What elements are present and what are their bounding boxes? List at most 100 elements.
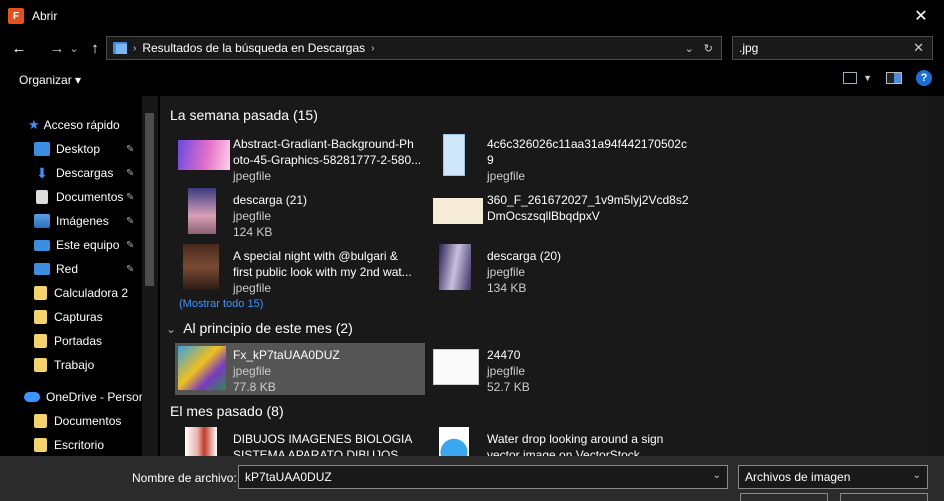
sidebar-item-onedrive[interactable]: OneDrive - Persor bbox=[24, 385, 143, 409]
thumbnail-image bbox=[433, 349, 479, 385]
sidebar-item-label: Red bbox=[56, 262, 79, 276]
up-button[interactable]: ↑ bbox=[84, 37, 106, 59]
sidebar-item-label: Documentos bbox=[54, 414, 122, 428]
cloud-icon bbox=[24, 392, 40, 402]
pin-icon: ✎ bbox=[126, 215, 135, 227]
view-details-icon bbox=[843, 72, 858, 84]
group-header-last-week[interactable]: La semana pasada (15) bbox=[170, 107, 318, 123]
file-item[interactable]: descarga (21) jpegfile 124 KB bbox=[175, 188, 425, 240]
sidebar-item-capturas[interactable]: Capturas bbox=[34, 305, 103, 329]
file-item[interactable]: Water drop looking around a sign vector … bbox=[429, 427, 679, 456]
sidebar-item-quick-access[interactable]: ★ Acceso rápido bbox=[28, 113, 120, 137]
group-header-last-month[interactable]: El mes pasado (8) bbox=[170, 403, 284, 419]
file-name-cont: 9 bbox=[487, 153, 494, 167]
chevron-down-icon[interactable]: ⌄ bbox=[713, 470, 721, 481]
organize-menu[interactable]: Organizar ▾ bbox=[19, 73, 81, 87]
file-item[interactable]: 24470 jpegfile 52.7 KB bbox=[429, 343, 679, 395]
show-all-link[interactable]: (Mostrar todo 15) bbox=[179, 298, 263, 310]
clear-search-icon[interactable]: ✕ bbox=[913, 40, 924, 56]
file-item-selected[interactable]: Fx_kP7taUAA0DUZ jpegfile 77.8 KB bbox=[175, 343, 425, 395]
refresh-icon[interactable]: ↻ bbox=[704, 42, 713, 55]
file-name: A special night with @bulgari & bbox=[233, 249, 398, 263]
sidebar-item-label: Trabajo bbox=[54, 358, 95, 372]
sidebar-item-pictures[interactable]: Imágenes ✎ bbox=[34, 209, 144, 233]
filename-value: kP7taUAA0DUZ bbox=[245, 470, 332, 484]
forward-button[interactable]: → bbox=[46, 37, 68, 59]
file-name-cont: first public look with my 2nd wat... bbox=[233, 265, 412, 279]
breadcrumb[interactable]: Resultados de la búsqueda en Descargas bbox=[142, 41, 365, 55]
pin-icon: ✎ bbox=[126, 167, 135, 179]
address-dropdown-icon[interactable]: ⌄ bbox=[685, 42, 694, 55]
file-item[interactable]: 360_F_261672027_1v9m5lyj2Vcd8s2 DmOcszsq… bbox=[429, 188, 689, 240]
sidebar-item-label: Acceso rápido bbox=[43, 118, 120, 132]
thumbnail-image bbox=[439, 244, 471, 290]
window-title: Abrir bbox=[32, 9, 58, 23]
pin-icon: ✎ bbox=[126, 263, 135, 275]
file-item[interactable]: 4c6c326026c11aa31a94f442170502c 9 jpegfi… bbox=[429, 132, 687, 184]
chevron-right-icon[interactable]: › bbox=[133, 43, 136, 54]
sidebar-item-documents[interactable]: Documentos ✎ bbox=[34, 185, 144, 209]
sidebar-item-onedrive-documentos[interactable]: Documentos bbox=[34, 409, 121, 433]
search-folder-icon bbox=[113, 42, 127, 54]
file-item[interactable]: DIBUJOS IMAGENES BIOLOGIA SISTEMA APARAT… bbox=[175, 427, 425, 456]
file-item[interactable]: A special night with @bulgari & first pu… bbox=[175, 244, 425, 296]
group-title: Al principio de este mes (2) bbox=[183, 320, 353, 336]
recent-locations-button[interactable]: ⌄ bbox=[68, 37, 80, 59]
sidebar-item-label: Calculadora 2 bbox=[54, 286, 129, 300]
file-type: jpegfile bbox=[233, 364, 272, 378]
folder-icon bbox=[34, 334, 47, 348]
search-input[interactable]: .jpg ✕ bbox=[732, 36, 933, 60]
pin-icon: ✎ bbox=[126, 191, 135, 203]
file-size: 124 KB bbox=[233, 225, 273, 239]
sidebar-item-portadas[interactable]: Portadas bbox=[34, 329, 102, 353]
sidebar-item-escritorio[interactable]: Escritorio bbox=[34, 433, 104, 456]
sidebar-scrollbar-thumb[interactable] bbox=[145, 113, 154, 286]
file-name: DIBUJOS IMAGENES BIOLOGIA bbox=[233, 432, 413, 446]
sidebar-item-downloads[interactable]: ⬇ Descargas ✎ bbox=[34, 161, 144, 185]
sidebar-item-label: Portadas bbox=[54, 334, 103, 348]
file-list: La semana pasada (15) Abstract-Gradiant-… bbox=[160, 96, 928, 456]
file-size: 77.8 KB bbox=[233, 380, 276, 394]
sidebar-item-calculadora-2[interactable]: Calculadora 2 bbox=[34, 281, 128, 305]
cancel-button[interactable] bbox=[840, 493, 928, 501]
sidebar-item-label: Documentos bbox=[56, 190, 124, 204]
chevron-right-icon[interactable]: › bbox=[371, 43, 374, 54]
title-bar: F Abrir ✕ bbox=[0, 0, 944, 32]
file-name: descarga (20) bbox=[487, 249, 562, 263]
thumbnail-image bbox=[439, 427, 469, 456]
sidebar-item-this-pc[interactable]: Este equipo ✎ bbox=[34, 233, 144, 257]
sidebar-item-label: Escritorio bbox=[54, 438, 105, 452]
sidebar-item-network[interactable]: Red ✎ bbox=[34, 257, 144, 281]
sidebar-item-label: Desktop bbox=[56, 142, 101, 156]
file-type-value: Archivos de imagen bbox=[745, 470, 851, 484]
computer-icon bbox=[34, 239, 50, 251]
sidebar-item-desktop[interactable]: Desktop ✎ bbox=[34, 137, 144, 161]
filename-label: Nombre de archivo: bbox=[132, 471, 237, 485]
folder-icon bbox=[34, 286, 47, 300]
chevron-down-icon: ▾ bbox=[75, 73, 82, 87]
sidebar-item-trabajo[interactable]: Trabajo bbox=[34, 353, 94, 377]
dialog-footer: Nombre de archivo: kP7taUAA0DUZ ⌄ Archiv… bbox=[0, 456, 944, 501]
command-bar: Organizar ▾ ▼ ? bbox=[0, 64, 944, 96]
back-button[interactable]: ← bbox=[8, 37, 30, 59]
file-item[interactable]: Abstract-Gradiant-Background-Ph oto-45-G… bbox=[175, 132, 425, 184]
file-name-cont: SISTEMA APARATO DIBUJOS DEL ... bbox=[233, 448, 399, 456]
file-name: 4c6c326026c11aa31a94f442170502c bbox=[487, 137, 687, 151]
file-list-scrollbar[interactable] bbox=[928, 96, 944, 456]
address-bar[interactable]: › Resultados de la búsqueda en Descargas… bbox=[106, 36, 722, 60]
change-view-button[interactable]: ▼ bbox=[843, 72, 872, 84]
thumbnail-image bbox=[183, 244, 219, 290]
close-button[interactable]: ✕ bbox=[898, 0, 944, 32]
folder-icon bbox=[34, 310, 47, 324]
file-size: 134 KB bbox=[487, 281, 527, 295]
sidebar-item-label: OneDrive - Persor bbox=[46, 390, 143, 404]
preview-pane-icon[interactable] bbox=[886, 72, 902, 84]
filename-input[interactable]: kP7taUAA0DUZ ⌄ bbox=[238, 465, 728, 489]
network-icon bbox=[34, 263, 50, 275]
open-button[interactable] bbox=[740, 493, 828, 501]
file-item[interactable]: descarga (20) jpegfile 134 KB bbox=[429, 244, 679, 296]
desktop-icon bbox=[34, 142, 50, 156]
file-type-select[interactable]: Archivos de imagen ⌄ bbox=[738, 465, 928, 489]
group-header-early-this-month[interactable]: ⌄ Al principio de este mes (2) bbox=[166, 320, 353, 336]
help-icon[interactable]: ? bbox=[916, 70, 932, 86]
